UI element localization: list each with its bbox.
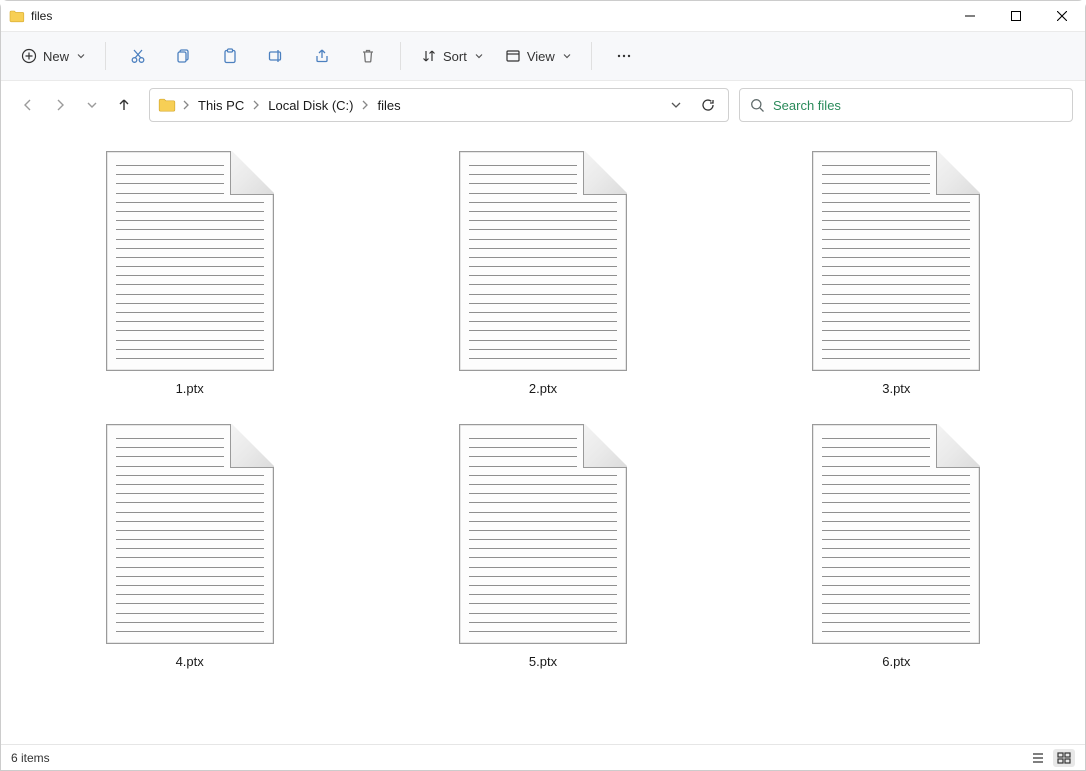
status-item-count: 6 items [11, 751, 50, 765]
file-item[interactable]: 6.ptx [806, 420, 986, 671]
view-button-label: View [527, 49, 555, 64]
details-view-toggle[interactable] [1027, 749, 1049, 767]
file-name: 4.ptx [176, 654, 204, 669]
close-button[interactable] [1039, 1, 1085, 31]
file-name: 3.ptx [882, 381, 910, 396]
breadcrumb-label: files [377, 98, 400, 113]
recent-locations-button[interactable] [77, 89, 107, 121]
sort-button[interactable]: Sort [413, 39, 491, 73]
window-controls [947, 1, 1085, 31]
chevron-down-icon [77, 52, 85, 60]
breadcrumb-label: This PC [198, 98, 244, 113]
sort-button-label: Sort [443, 49, 467, 64]
document-icon [459, 151, 627, 371]
search-input[interactable] [773, 98, 1062, 113]
folder-icon [9, 9, 25, 23]
up-button[interactable] [109, 89, 139, 121]
breadcrumb-item[interactable]: This PC [196, 96, 246, 115]
copy-button[interactable] [164, 39, 204, 73]
breadcrumb-item[interactable]: Local Disk (C:) [266, 96, 355, 115]
maximize-button[interactable] [993, 1, 1039, 31]
delete-button[interactable] [348, 39, 388, 73]
nav-buttons [13, 89, 139, 121]
file-item[interactable]: 1.ptx [100, 147, 280, 398]
address-chevron-button[interactable] [662, 91, 690, 119]
status-bar: 6 items [1, 744, 1085, 770]
chevron-right-icon[interactable] [182, 100, 190, 110]
rename-button[interactable] [256, 39, 296, 73]
chevron-down-icon [563, 52, 571, 60]
address-bar[interactable]: This PC Local Disk (C:) files [149, 88, 729, 122]
window-title: files [31, 9, 52, 23]
toolbar: New Sort View [1, 31, 1085, 81]
back-button[interactable] [13, 89, 43, 121]
file-item[interactable]: 4.ptx [100, 420, 280, 671]
document-icon [812, 424, 980, 644]
file-item[interactable]: 5.ptx [453, 420, 633, 671]
breadcrumb-item[interactable]: files [375, 96, 402, 115]
file-item[interactable]: 2.ptx [453, 147, 633, 398]
share-button[interactable] [302, 39, 342, 73]
document-icon [459, 424, 627, 644]
more-button[interactable] [604, 39, 644, 73]
document-icon [106, 424, 274, 644]
document-icon [812, 151, 980, 371]
file-name: 2.ptx [529, 381, 557, 396]
title-bar: files [1, 1, 1085, 31]
view-button[interactable]: View [497, 39, 579, 73]
forward-button[interactable] [45, 89, 75, 121]
separator [591, 42, 592, 70]
file-grid: 1.ptx 2.ptx 3.ptx 4.ptx 5.ptx 6.ptx [13, 147, 1073, 671]
search-icon [750, 98, 765, 113]
address-row: This PC Local Disk (C:) files [1, 81, 1085, 129]
new-button[interactable]: New [13, 39, 93, 73]
cut-button[interactable] [118, 39, 158, 73]
chevron-right-icon[interactable] [252, 100, 260, 110]
thumbnails-view-toggle[interactable] [1053, 749, 1075, 767]
separator [105, 42, 106, 70]
refresh-button[interactable] [694, 91, 722, 119]
file-name: 6.ptx [882, 654, 910, 669]
view-toggle-group [1027, 749, 1075, 767]
paste-button[interactable] [210, 39, 250, 73]
file-name: 1.ptx [176, 381, 204, 396]
folder-icon [158, 97, 176, 113]
chevron-right-icon[interactable] [361, 100, 369, 110]
separator [400, 42, 401, 70]
file-item[interactable]: 3.ptx [806, 147, 986, 398]
content-area[interactable]: 1.ptx 2.ptx 3.ptx 4.ptx 5.ptx 6.ptx [1, 129, 1085, 744]
breadcrumb-label: Local Disk (C:) [268, 98, 353, 113]
new-button-label: New [43, 49, 69, 64]
chevron-down-icon [475, 52, 483, 60]
search-box[interactable] [739, 88, 1073, 122]
minimize-button[interactable] [947, 1, 993, 31]
document-icon [106, 151, 274, 371]
file-name: 5.ptx [529, 654, 557, 669]
